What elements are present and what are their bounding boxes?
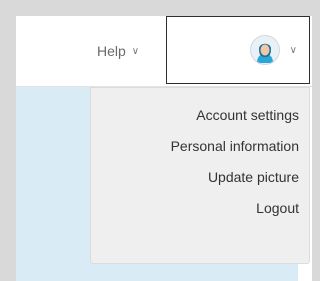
help-label: Help — [97, 43, 126, 59]
user-menu-button[interactable]: ∨ — [166, 16, 310, 84]
menu-item-logout[interactable]: Logout — [91, 193, 309, 224]
avatar-graphic — [251, 37, 278, 63]
chevron-down-icon: ∨ — [131, 46, 140, 57]
menu-item-personal-information[interactable]: Personal information — [91, 131, 309, 162]
app-frame: Help ∨ ∨ Account settings Personal infor… — [16, 16, 312, 281]
help-menu-button[interactable]: Help ∨ — [97, 16, 139, 86]
top-bar: Help ∨ ∨ — [16, 16, 312, 87]
menu-item-account-settings[interactable]: Account settings — [91, 100, 309, 131]
chevron-down-icon: ∨ — [289, 44, 297, 56]
menu-item-update-picture[interactable]: Update picture — [91, 162, 309, 193]
user-dropdown-menu: Account settings Personal information Up… — [90, 87, 310, 264]
user-avatar-icon — [249, 35, 280, 65]
